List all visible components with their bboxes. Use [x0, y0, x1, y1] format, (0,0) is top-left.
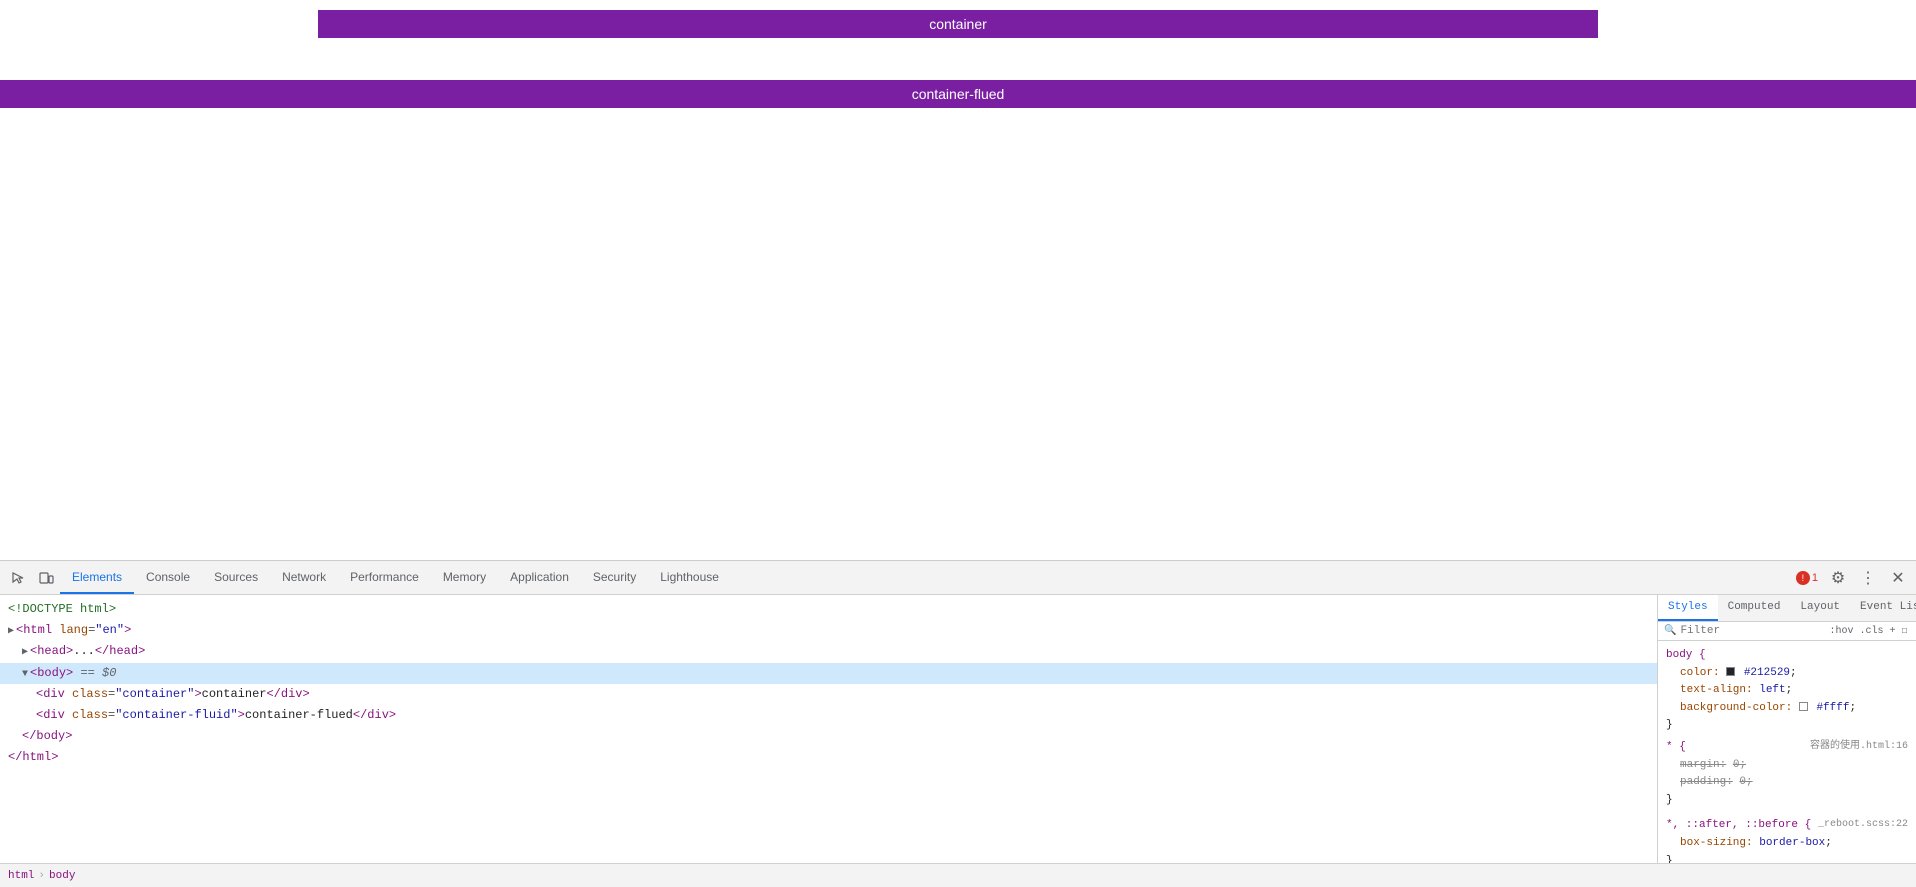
browser-viewport: container container-flued: [0, 0, 1916, 560]
devtools-panel: Elements Console Sources Network Perform…: [0, 560, 1916, 887]
html-doctype-line: <!DOCTYPE html>: [0, 599, 1657, 620]
devtools-toolbar-right: ! 1 ⚙ ⋮ ✕: [1792, 564, 1912, 592]
add-style-button[interactable]: +: [1886, 625, 1898, 638]
styles-rule-universal: * { 容器的使用.html:16 margin: 0; padding: 0;…: [1658, 737, 1916, 811]
toggle-style-button[interactable]: ☐: [1899, 624, 1911, 638]
container-element: container: [318, 10, 1598, 38]
tab-elements[interactable]: Elements: [60, 561, 134, 594]
styles-filter-input[interactable]: [1680, 625, 1826, 637]
tab-security[interactable]: Security: [581, 561, 648, 594]
tab-styles[interactable]: Styles: [1658, 595, 1718, 621]
tab-application[interactable]: Application: [498, 561, 581, 594]
styles-panel: Styles Computed Layout Event Listeners >…: [1658, 595, 1916, 863]
html-head-line: ▶<head>...</head>: [0, 641, 1657, 662]
inspect-element-icon[interactable]: [4, 564, 32, 592]
breadcrumb-bar: html › body: [0, 863, 1916, 887]
filter-icon: 🔍: [1664, 625, 1676, 637]
tab-console[interactable]: Console: [134, 561, 202, 594]
styles-rule-body: body { color: #212529; text-align: left;…: [1658, 645, 1916, 737]
html-body-line[interactable]: ▼<body> == $0: [0, 663, 1657, 684]
styles-source-universal: 容器的使用.html:16: [1810, 739, 1908, 755]
settings-icon[interactable]: ⚙: [1824, 564, 1852, 592]
devtools-tabs: Elements Console Sources Network Perform…: [60, 561, 1792, 594]
tab-memory[interactable]: Memory: [431, 561, 498, 594]
html-container-line: <div class="container">container</div>: [0, 684, 1657, 705]
tab-sources[interactable]: Sources: [202, 561, 270, 594]
hov-button[interactable]: :hov: [1826, 625, 1856, 638]
html-html-line: ▶<html lang="en">: [0, 620, 1657, 641]
html-panel[interactable]: <!DOCTYPE html> ▶<html lang="en"> ▶<head…: [0, 595, 1658, 863]
more-options-icon[interactable]: ⋮: [1854, 564, 1882, 592]
error-badge[interactable]: ! 1: [1792, 564, 1822, 592]
html-html-close-line: </html>: [0, 747, 1657, 768]
breadcrumb-body[interactable]: body: [49, 870, 75, 882]
styles-source-reboot: _reboot.scss:22: [1818, 817, 1908, 833]
styles-content[interactable]: body { color: #212529; text-align: left;…: [1658, 641, 1916, 863]
cls-button[interactable]: .cls: [1856, 625, 1886, 638]
tab-event-listeners[interactable]: Event Listeners: [1850, 595, 1916, 621]
devtools-body: <!DOCTYPE html> ▶<html lang="en"> ▶<head…: [0, 595, 1916, 863]
styles-filter-bar: 🔍 :hov .cls + ☐: [1658, 622, 1916, 641]
tab-lighthouse[interactable]: Lighthouse: [648, 561, 731, 594]
html-container-fluid-line: <div class="container-fluid">container-f…: [0, 705, 1657, 726]
styles-rule-after-before: *, ::after, ::before { _reboot.scss:22 b…: [1658, 815, 1916, 863]
tab-computed[interactable]: Computed: [1718, 595, 1791, 621]
breadcrumb-html[interactable]: html: [8, 870, 34, 882]
devtools-toolbar: Elements Console Sources Network Perform…: [0, 561, 1916, 595]
container-fluid-element: container-flued: [0, 80, 1916, 108]
html-body-close-line: </body>: [0, 726, 1657, 747]
tab-network[interactable]: Network: [270, 561, 338, 594]
styles-panel-tabs: Styles Computed Layout Event Listeners >…: [1658, 595, 1916, 622]
device-toggle-icon[interactable]: [32, 564, 60, 592]
color-swatch-body[interactable]: [1726, 667, 1735, 676]
tab-layout[interactable]: Layout: [1790, 595, 1850, 621]
color-swatch-bg[interactable]: [1799, 702, 1808, 711]
close-devtools-icon[interactable]: ✕: [1884, 564, 1912, 592]
tab-performance[interactable]: Performance: [338, 561, 431, 594]
